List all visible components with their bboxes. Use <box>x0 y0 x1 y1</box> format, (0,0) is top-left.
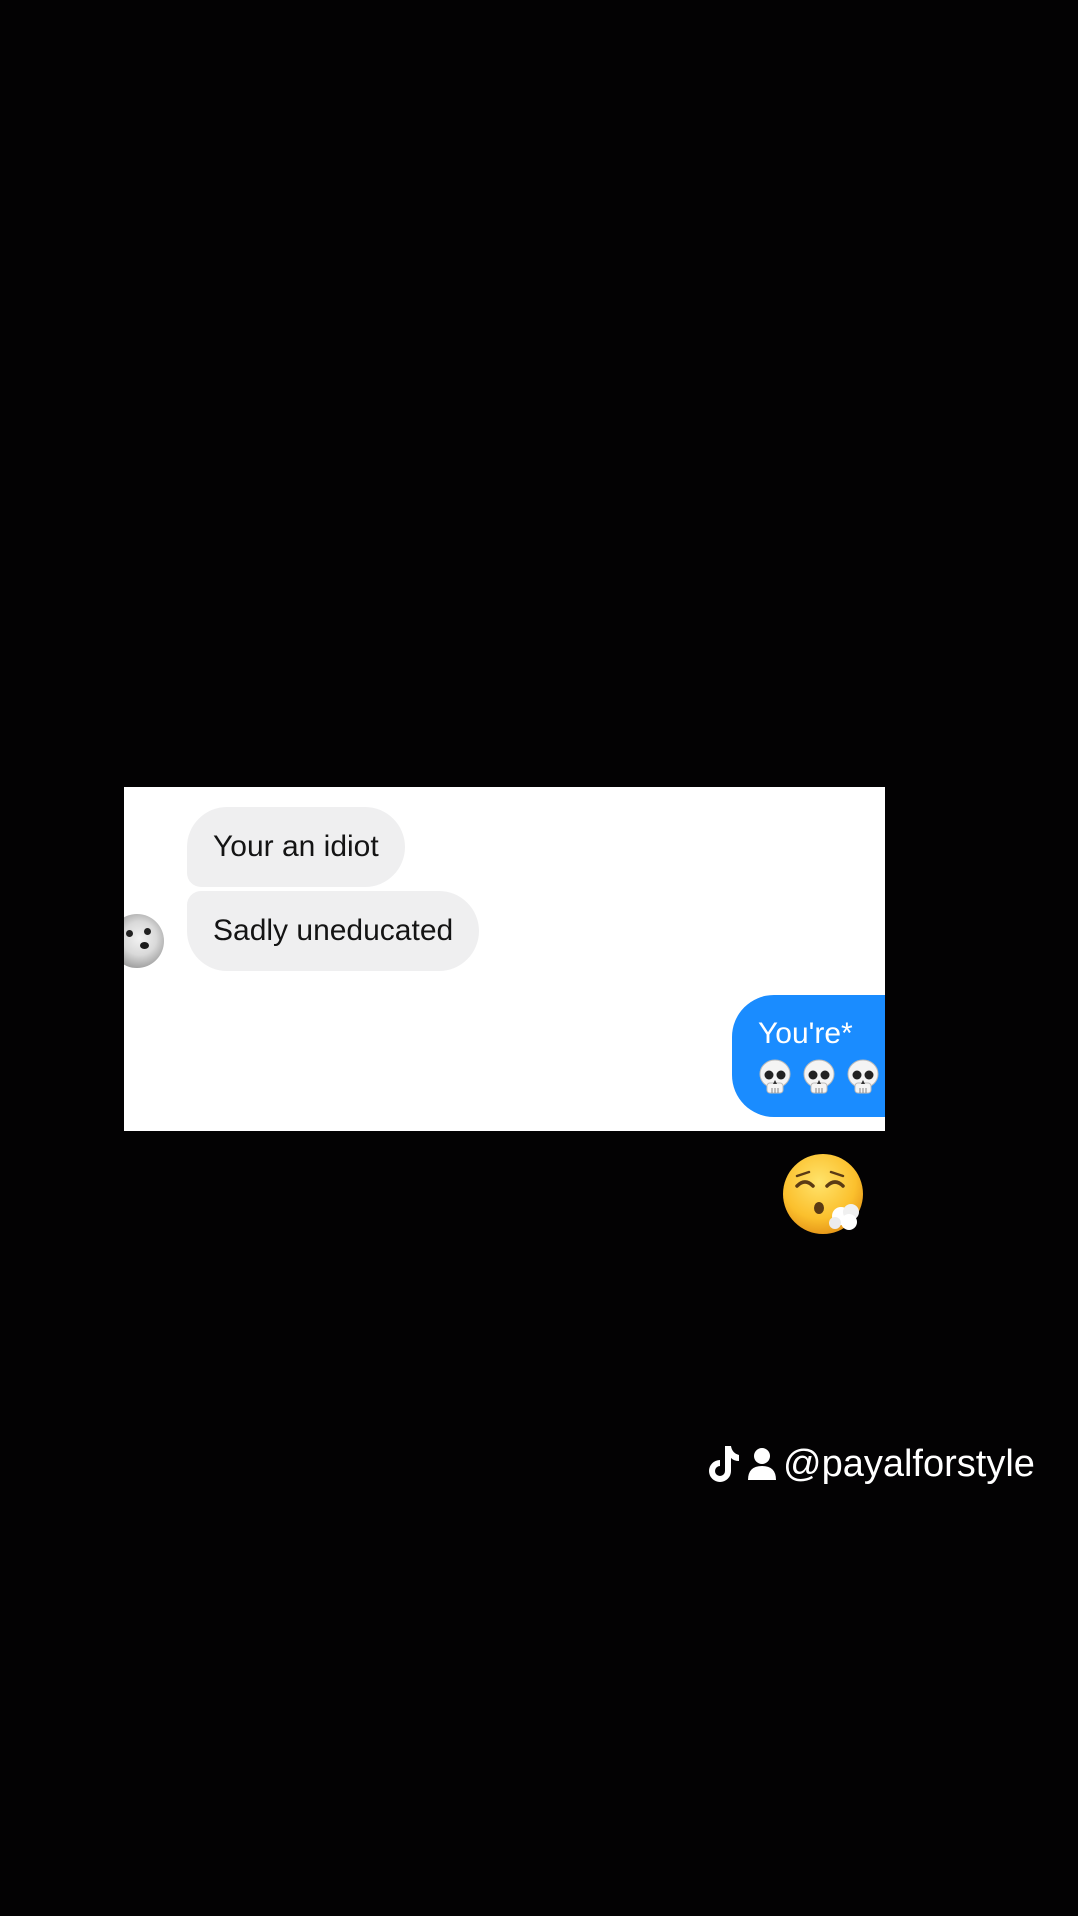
username-handle: @payalforstyle <box>783 1442 1035 1485</box>
skull-icon <box>803 1059 835 1094</box>
sent-message-bubble: You're* <box>732 995 885 1117</box>
tiktok-icon <box>709 1446 739 1482</box>
skull-icon <box>759 1059 791 1094</box>
message-text: Your an idiot <box>213 830 379 863</box>
received-message-bubble: Your an idiot <box>187 807 405 887</box>
received-message-bubble: Sadly uneducated <box>187 891 480 971</box>
face-with-steam-from-mouth-icon <box>783 1154 863 1234</box>
chat-screenshot: Your an idiot Sadly uneducated You're* <box>124 787 885 1131</box>
contact-avatar[interactable] <box>124 914 164 968</box>
person-icon <box>748 1448 776 1480</box>
skull-emoji-row <box>758 1059 880 1097</box>
tiktok-watermark: @payalforstyle <box>707 1438 1035 1490</box>
skull-icon <box>847 1059 879 1094</box>
message-text: Sadly uneducated <box>213 914 454 947</box>
message-text: You're* <box>758 1017 853 1050</box>
